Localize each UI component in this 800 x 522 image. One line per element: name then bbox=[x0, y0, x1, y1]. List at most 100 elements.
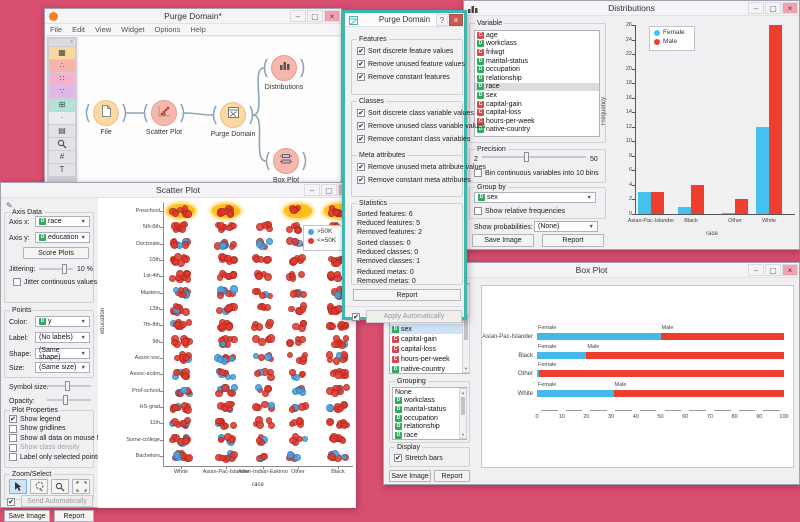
text-tool-icon[interactable]: T bbox=[49, 164, 75, 176]
checkbox[interactable] bbox=[9, 434, 17, 442]
purge-option-checkbox[interactable]: ✔Remove unused class variable values bbox=[357, 122, 486, 130]
send-automatically-button[interactable]: Send Automatically bbox=[21, 495, 93, 507]
report-button[interactable]: Report bbox=[54, 510, 94, 522]
report-button[interactable]: Report bbox=[434, 470, 470, 482]
node-distributions[interactable] bbox=[271, 55, 297, 81]
help-button[interactable]: ? bbox=[436, 14, 448, 26]
misc-widget-icon[interactable]: · bbox=[49, 112, 75, 124]
jittering-slider[interactable] bbox=[39, 264, 73, 274]
checkbox[interactable] bbox=[9, 453, 17, 461]
report-button[interactable]: Report bbox=[353, 289, 461, 301]
slider-handle[interactable] bbox=[62, 264, 67, 274]
list-item-None[interactable]: None bbox=[393, 388, 466, 397]
checkbox[interactable]: ✔ bbox=[9, 415, 17, 423]
list-item-relationship[interactable]: Drelationship bbox=[475, 74, 599, 83]
box-plot-chart[interactable]: Asian-Pac-IslanderFemaleMaleBlackFemaleM… bbox=[481, 285, 794, 468]
maximize-button[interactable]: ▢ bbox=[765, 264, 781, 276]
list-item-occupation[interactable]: Doccupation bbox=[393, 414, 466, 423]
list-item-fnlwgt[interactable]: Cfnlwgt bbox=[475, 48, 599, 57]
close-button[interactable]: × bbox=[782, 2, 798, 14]
scroll-down-icon[interactable]: ▼ bbox=[463, 366, 469, 371]
scrollbar[interactable]: ▲▼ bbox=[459, 388, 467, 439]
list-item-age[interactable]: Cage bbox=[475, 31, 599, 40]
score-plots-button[interactable]: Score Plots bbox=[23, 247, 89, 259]
grid-number-icon[interactable]: # bbox=[49, 151, 75, 163]
checkbox[interactable]: ✔ bbox=[352, 313, 360, 321]
tree-widget-icon[interactable]: ∷ bbox=[49, 73, 75, 85]
size-dropdown[interactable]: (Same size)▼ bbox=[35, 362, 90, 373]
menu-edit[interactable]: Edit bbox=[67, 25, 90, 34]
list-item-race[interactable]: Drace bbox=[393, 431, 466, 440]
scrollbar-thumb[interactable] bbox=[461, 397, 465, 415]
node-file[interactable] bbox=[93, 100, 119, 126]
checkbox[interactable]: ✔ bbox=[357, 176, 365, 184]
workflow-link[interactable] bbox=[184, 113, 213, 115]
send-automatically-checkbox[interactable]: ✔ bbox=[7, 498, 18, 506]
prop-checkbox-4[interactable]: Label only selected points bbox=[9, 453, 101, 461]
purge-option-checkbox[interactable]: ✔Sort discrete feature values bbox=[357, 47, 453, 55]
search-icon[interactable] bbox=[49, 138, 75, 150]
list-item-workclass[interactable]: Dworkclass bbox=[475, 40, 599, 49]
purge-option-checkbox[interactable]: ✔Remove unused meta attribute values bbox=[357, 163, 486, 171]
checkbox[interactable] bbox=[9, 425, 17, 433]
apply-automatically-button[interactable]: Apply Automatically bbox=[366, 310, 462, 323]
zoom-select-arrow-button[interactable] bbox=[9, 479, 27, 494]
list-item-capital-gain[interactable]: Ccapital-gain bbox=[475, 100, 599, 109]
list-item-marital-status[interactable]: Dmarital-status bbox=[393, 405, 466, 414]
checkbox[interactable] bbox=[474, 207, 482, 215]
stretch-bars-checkbox[interactable]: ✔Stretch bars bbox=[394, 454, 443, 462]
list-item-capital-gain[interactable]: Ccapital-gain bbox=[390, 334, 469, 344]
list-item-native-country[interactable]: Dnative-country bbox=[475, 126, 599, 135]
label-dropdown[interactable]: (No labels)▼ bbox=[35, 332, 90, 343]
minimize-button[interactable]: – bbox=[304, 184, 320, 196]
axis-x-dropdown[interactable]: Drace▼ bbox=[35, 216, 90, 227]
checkbox[interactable]: ✔ bbox=[357, 109, 365, 117]
checkbox[interactable]: ✔ bbox=[357, 135, 365, 143]
zoom-select-pan-button[interactable] bbox=[72, 479, 90, 494]
list-item-workclass[interactable]: Dworkclass bbox=[393, 397, 466, 406]
group-by-dropdown[interactable]: Dsex▼ bbox=[474, 192, 596, 203]
list-item-hours-per-week[interactable]: Chours-per-week bbox=[390, 354, 469, 364]
prop-checkbox-1[interactable]: Show gridlines bbox=[9, 425, 66, 433]
purge-option-checkbox[interactable]: ✔Remove constant meta attributes bbox=[357, 176, 471, 184]
bin-variables-checkbox[interactable]: Bin continuous variables into 10 bins bbox=[474, 169, 599, 177]
list-item-occupation[interactable]: Doccupation bbox=[475, 65, 599, 74]
checkbox[interactable]: ✔ bbox=[394, 454, 402, 462]
list-item-capital-loss[interactable]: Ccapital-loss bbox=[475, 108, 599, 117]
save-image-button[interactable]: Save Image bbox=[389, 470, 431, 482]
menu-help[interactable]: Help bbox=[185, 25, 210, 34]
scroll-up-icon[interactable]: ▲ bbox=[460, 390, 466, 395]
close-button[interactable]: × bbox=[324, 10, 340, 22]
slider-handle[interactable] bbox=[65, 381, 70, 391]
list-item-relationship[interactable]: Drelationship bbox=[393, 422, 466, 431]
close-button[interactable]: × bbox=[449, 14, 463, 26]
checkbox[interactable]: ✔ bbox=[7, 498, 15, 506]
save-image-button[interactable]: Save Image bbox=[4, 510, 50, 522]
menu-options[interactable]: Options bbox=[150, 25, 186, 34]
checkbox[interactable] bbox=[9, 444, 17, 452]
sieve-widget-icon[interactable]: ⊞ bbox=[49, 99, 75, 111]
purge-option-checkbox[interactable]: ✔Remove constant class variables bbox=[357, 135, 470, 143]
workflow-link[interactable] bbox=[253, 115, 266, 161]
list-item-capital-loss[interactable]: Ccapital-loss bbox=[390, 344, 469, 354]
maximize-button[interactable]: ▢ bbox=[307, 10, 323, 22]
list-item-marital-status[interactable]: Dmarital-status bbox=[475, 57, 599, 66]
axis-y-dropdown[interactable]: Deducation▼ bbox=[35, 232, 90, 243]
relative-frequencies-checkbox[interactable]: Show relative frequencies bbox=[474, 207, 565, 215]
toolbox-header[interactable]: ≡ bbox=[49, 39, 75, 46]
list-item-native-country[interactable]: Dnative-country bbox=[390, 364, 469, 374]
precision-slider[interactable] bbox=[482, 152, 586, 162]
cluster-widget-icon[interactable]: ∵ bbox=[49, 86, 75, 98]
symbol-size-slider[interactable] bbox=[47, 381, 91, 391]
report-button[interactable]: Report bbox=[542, 234, 604, 247]
list-item-sex[interactable]: Dsex bbox=[475, 91, 599, 100]
close-button[interactable]: × bbox=[782, 264, 798, 276]
node-box-plot[interactable] bbox=[273, 148, 299, 174]
checkbox[interactable]: ✔ bbox=[357, 47, 365, 55]
checkbox[interactable]: ✔ bbox=[357, 122, 365, 130]
list-item-sex[interactable]: Dsex bbox=[390, 324, 469, 334]
maximize-button[interactable]: ▢ bbox=[321, 184, 337, 196]
maximize-button[interactable]: ▢ bbox=[765, 2, 781, 14]
jitter-continuous-checkbox[interactable]: Jitter continuous values bbox=[13, 278, 97, 286]
purge-option-checkbox[interactable]: ✔Remove constant features bbox=[357, 73, 450, 81]
